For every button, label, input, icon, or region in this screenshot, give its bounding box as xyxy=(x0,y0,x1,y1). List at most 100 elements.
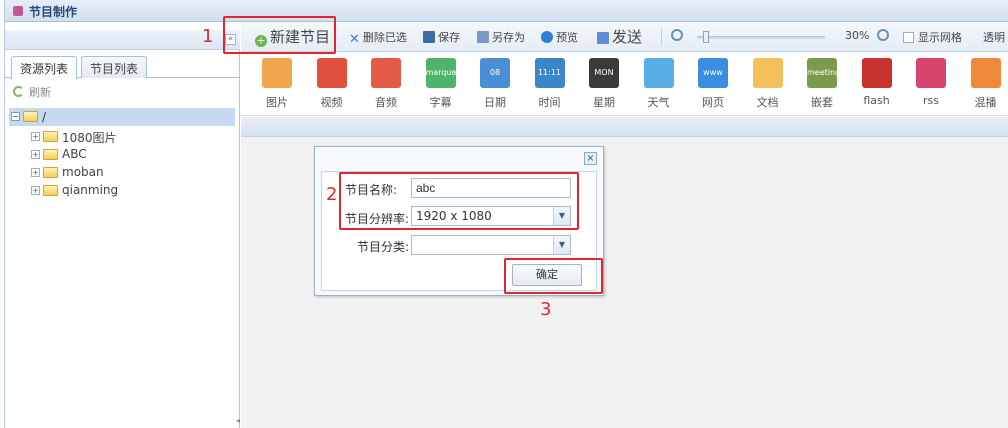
tool-label: rss xyxy=(923,94,939,107)
delete-selected-label: 删除已选 xyxy=(362,31,407,44)
video-icon xyxy=(316,58,347,88)
window-title: 节目制作 xyxy=(29,5,78,19)
tree-item[interactable]: + moban xyxy=(31,164,231,182)
chevron-down-icon[interactable]: ▼ xyxy=(553,236,570,254)
show-grid-toggle[interactable]: 显示网格 xyxy=(903,29,962,45)
tool-video[interactable]: 视频 xyxy=(312,56,352,114)
tree-item[interactable]: + 1080图片 xyxy=(31,128,231,146)
tool-label: 日期 xyxy=(484,96,506,109)
tab-program-list[interactable]: 节目列表 xyxy=(81,56,148,78)
tool-label: 字幕 xyxy=(429,96,452,109)
element-toolbox: 图片 视频 音频 marquee 字幕 08 日期 11:11 时间 MON 星期 天气 www 网页 文档… xyxy=(241,52,1008,116)
refresh-button[interactable]: 刷新 xyxy=(13,84,51,102)
tool-label: 音频 xyxy=(375,96,397,109)
show-grid-label: 显示网格 xyxy=(918,31,962,44)
tree-item-label: 1080图片 xyxy=(62,131,117,145)
tool-label: 嵌套 xyxy=(811,96,833,109)
send-label: 发送 xyxy=(612,28,643,46)
tool-rss[interactable]: rss xyxy=(911,56,951,114)
expand-node-icon[interactable]: + xyxy=(31,186,40,195)
zoom-slider-thumb[interactable] xyxy=(703,31,709,43)
tool-label: 混播 xyxy=(974,96,997,109)
folder-icon xyxy=(43,131,58,142)
zoom-out-icon[interactable] xyxy=(671,29,683,41)
show-grid-checkbox[interactable] xyxy=(903,32,914,43)
folder-icon xyxy=(43,167,58,178)
expand-node-icon[interactable]: + xyxy=(31,150,40,159)
preview-label: 预览 xyxy=(556,31,578,44)
preview-icon xyxy=(541,31,553,43)
weekday-icon: MON xyxy=(589,58,619,88)
tool-calendar[interactable]: 08 日期 xyxy=(475,56,515,114)
tool-image[interactable]: 图片 xyxy=(257,56,297,114)
expand-node-icon[interactable]: + xyxy=(31,132,40,141)
tool-webpage[interactable]: www 网页 xyxy=(693,56,733,114)
flash-icon xyxy=(861,58,892,88)
save-button[interactable]: 保存 xyxy=(423,29,460,45)
tool-label: 图片 xyxy=(266,96,288,109)
zoom-in-icon[interactable] xyxy=(877,29,889,41)
zoom-slider[interactable] xyxy=(697,31,825,43)
title-bar: 节目制作 xyxy=(5,0,1008,22)
annotation-number-2: 2 xyxy=(326,184,338,205)
tree-item[interactable]: + qianming xyxy=(31,182,231,200)
tab-resource-list[interactable]: 资源列表 xyxy=(11,56,78,79)
weather-icon xyxy=(643,58,674,88)
save-as-label: 另存为 xyxy=(492,31,525,44)
audio-icon xyxy=(371,58,401,88)
category-label: 节目分类: xyxy=(356,240,409,254)
delete-icon: ✕ xyxy=(349,32,360,47)
tool-label: 星期 xyxy=(593,96,615,109)
toolbar-separator xyxy=(661,28,662,46)
folder-icon xyxy=(43,149,58,160)
tool-label: 时间 xyxy=(538,96,561,109)
nested-icon: meeting xyxy=(807,58,837,88)
clock-icon: 11:11 xyxy=(534,58,565,88)
save-as-button[interactable]: 另存为 xyxy=(477,29,525,45)
tool-mixed[interactable]: 混播 xyxy=(966,56,1006,114)
send-button[interactable]: 发送 xyxy=(597,26,642,47)
refresh-label: 刷新 xyxy=(29,86,51,99)
close-icon[interactable]: × xyxy=(584,152,597,165)
expand-node-icon[interactable]: + xyxy=(31,168,40,177)
collapse-node-icon[interactable]: − xyxy=(11,112,20,121)
tool-clock[interactable]: 11:11 时间 xyxy=(530,56,570,114)
zoom-value: 30% xyxy=(845,29,870,42)
left-panel: « 资源列表 节目列表 刷新 − / + 1080图片 + ABC + moba… xyxy=(5,30,240,428)
tree-root-label: / xyxy=(42,110,47,124)
tree-item[interactable]: + ABC xyxy=(31,146,231,164)
delete-selected-button[interactable]: ✕ 删除已选 xyxy=(349,29,407,47)
canvas-header xyxy=(241,117,1008,137)
tool-document[interactable]: 文档 xyxy=(748,56,788,114)
tree-item-label: qianming xyxy=(62,183,119,197)
tool-weekday[interactable]: MON 星期 xyxy=(584,56,624,114)
marquee-icon: marquee xyxy=(425,58,456,88)
preview-button[interactable]: 预览 xyxy=(541,29,578,45)
annotation-number-1: 1 xyxy=(202,26,214,47)
tree-item-label: moban xyxy=(62,165,104,179)
image-icon xyxy=(262,58,292,88)
annotation-box-2 xyxy=(339,172,579,230)
tool-audio[interactable]: 音频 xyxy=(366,56,406,114)
rss-icon xyxy=(916,58,946,88)
transparent-label[interactable]: 透明 xyxy=(983,29,1005,45)
annotation-box-3 xyxy=(504,258,603,294)
tree-root[interactable]: − / xyxy=(9,108,235,126)
window-icon xyxy=(13,6,23,16)
folder-icon xyxy=(43,185,58,196)
document-icon xyxy=(752,58,783,88)
tool-label: 视频 xyxy=(320,96,343,109)
annotation-box-1 xyxy=(223,16,336,54)
tool-nested[interactable]: meeting 嵌套 xyxy=(802,56,842,114)
tool-label: 网页 xyxy=(702,96,724,109)
send-icon xyxy=(597,32,609,44)
left-panel-tabs: 资源列表 节目列表 xyxy=(5,54,240,79)
refresh-icon xyxy=(13,86,24,97)
category-select[interactable]: ▼ xyxy=(411,235,571,255)
tool-label: flash xyxy=(863,94,890,107)
tool-marquee[interactable]: marquee 字幕 xyxy=(421,56,461,114)
calendar-icon: 08 xyxy=(480,58,510,88)
toolbar: + 新建节目 ✕ 删除已选 保存 另存为 预览 发送 30% 显示网格 透明 xyxy=(241,22,1008,52)
tool-weather[interactable]: 天气 xyxy=(639,56,679,114)
tool-flash[interactable]: flash xyxy=(857,56,897,114)
